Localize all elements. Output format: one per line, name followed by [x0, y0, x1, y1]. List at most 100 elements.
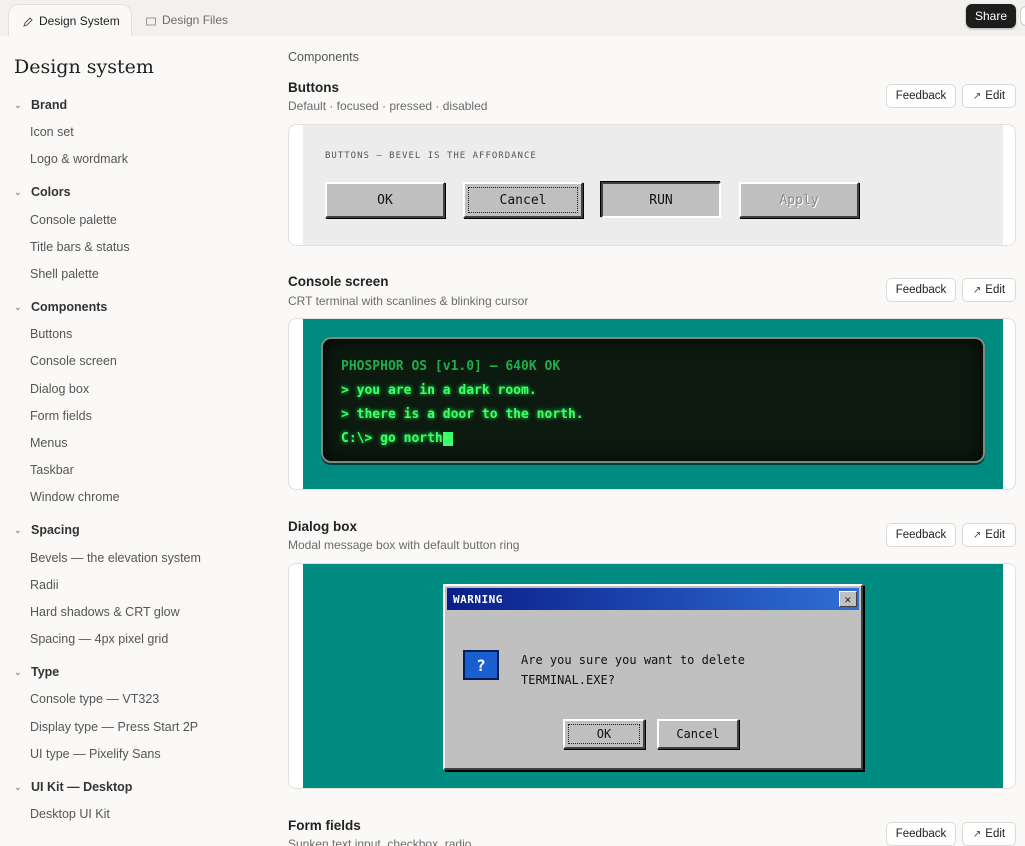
chevron-down-icon: ⌄: [14, 524, 22, 535]
dialog-title-bar: WARNING ✕: [447, 588, 859, 610]
sidebar-item-bevels[interactable]: Bevels — the elevation system: [30, 551, 201, 565]
chevron-down-icon: ⌄: [14, 301, 22, 312]
dialog-cancel-button[interactable]: Cancel: [657, 719, 739, 749]
chevron-down-icon: ⌄: [14, 186, 22, 197]
overflow-button[interactable]: [1020, 6, 1025, 26]
breadcrumb: Components: [288, 50, 359, 64]
dialog-message-line: TERMINAL.EXE?: [521, 673, 615, 687]
sidebar-item-icon-set[interactable]: Icon set: [30, 125, 74, 139]
demo-ok-button[interactable]: OK: [325, 182, 445, 218]
section-title-dialog: Dialog box: [288, 519, 358, 534]
question-icon: ?: [463, 650, 499, 680]
group-label: UI Kit — Desktop: [31, 780, 133, 794]
demo-label: BUTTONS — BEVEL IS THE AFFORDANCE: [325, 151, 537, 161]
dialog-demo-card: WARNING ✕ ? Are you sure you want to del…: [288, 563, 1016, 789]
section-title-buttons: Buttons: [288, 80, 339, 95]
sidebar-item-radii[interactable]: Radii: [30, 578, 59, 592]
buttons-demo-area: BUTTONS — BEVEL IS THE AFFORDANCE OK Can…: [303, 125, 1003, 245]
section-subtitle-console: CRT terminal with scanlines & blinking c…: [288, 294, 529, 308]
chevron-down-icon: ⌄: [14, 99, 22, 110]
sidebar-item-spacing-grid[interactable]: Spacing — 4px pixel grid: [30, 632, 168, 646]
edit-button[interactable]: ↗ Edit: [962, 523, 1016, 547]
console-demo-area: PHOSPHOR OS [v1.0] — 640K OK > you are i…: [303, 319, 1003, 489]
edit-button[interactable]: ↗ Edit: [962, 278, 1016, 302]
group-label: Spacing: [31, 523, 80, 537]
buttons-demo-card: BUTTONS — BEVEL IS THE AFFORDANCE OK Can…: [288, 124, 1016, 246]
sidebar-item-hard-shadows[interactable]: Hard shadows & CRT glow: [30, 605, 180, 619]
section-subtitle-buttons: Default · focused · pressed · disabled: [288, 99, 488, 113]
edit-button[interactable]: ↗ Edit: [962, 84, 1016, 108]
edit-button[interactable]: ↗ Edit: [962, 822, 1016, 846]
sidebar-group-type[interactable]: ⌄ Type: [14, 665, 59, 679]
crt-prompt-line: C:\> go north: [341, 427, 965, 451]
group-label: Components: [31, 300, 108, 314]
dialog-message: Are you sure you want to delete TERMINAL…: [521, 650, 841, 690]
crt-screen: PHOSPHOR OS [v1.0] — 640K OK > you are i…: [321, 337, 985, 463]
edit-label: Edit: [985, 284, 1006, 296]
demo-apply-button-disabled: Apply: [739, 182, 859, 218]
arrow-up-right-icon: ↗: [972, 529, 982, 541]
tab-label: Design Files: [162, 13, 229, 27]
sidebar-item-form-fields[interactable]: Form fields: [30, 409, 92, 423]
section-title-console: Console screen: [288, 274, 389, 289]
sidebar-item-console-screen[interactable]: Console screen: [30, 354, 117, 368]
sidebar: Design system ⌄ Brand Icon set Logo & wor…: [0, 36, 270, 846]
sidebar-group-brand[interactable]: ⌄ Brand: [14, 98, 67, 112]
sidebar-item-display-type[interactable]: Display type — Press Start 2P: [30, 720, 198, 734]
edit-label: Edit: [985, 529, 1006, 541]
sidebar-group-spacing[interactable]: ⌄ Spacing: [14, 523, 80, 537]
group-label: Brand: [31, 98, 68, 112]
dialog-demo-area: WARNING ✕ ? Are you sure you want to del…: [303, 564, 1003, 788]
crt-prompt: C:\> go north: [341, 431, 443, 446]
sidebar-item-window-chrome[interactable]: Window chrome: [30, 490, 120, 504]
tab-design-system[interactable]: Design System: [8, 4, 132, 36]
crt-line: PHOSPHOR OS [v1.0] — 640K OK: [341, 359, 561, 374]
edit-label: Edit: [985, 828, 1006, 840]
top-tab-bar: Design System Design Files Share: [0, 0, 1025, 36]
sidebar-item-shell-palette[interactable]: Shell palette: [30, 267, 99, 281]
demo-cancel-button-focused[interactable]: Cancel: [463, 182, 583, 218]
sidebar-item-console-type[interactable]: Console type — VT323: [30, 692, 159, 706]
arrow-up-right-icon: ↗: [972, 284, 982, 296]
section-title-form-fields: Form fields: [288, 818, 361, 833]
blinking-cursor: [442, 431, 453, 446]
sidebar-item-title-bars-status[interactable]: Title bars & status: [30, 240, 130, 254]
tab-label: Design System: [39, 13, 120, 28]
share-button[interactable]: Share: [966, 4, 1016, 28]
chevron-down-icon: ⌄: [14, 666, 22, 677]
warning-dialog: WARNING ✕ ? Are you sure you want to del…: [443, 584, 863, 770]
dialog-ok-button[interactable]: OK: [563, 719, 645, 749]
sidebar-group-components[interactable]: ⌄ Components: [14, 300, 107, 314]
sidebar-item-ui-type[interactable]: UI type — Pixelify Sans: [30, 747, 161, 761]
section-subtitle-dialog: Modal message box with default button ri…: [288, 538, 520, 552]
group-label: Type: [31, 665, 60, 679]
dialog-message-line: Are you sure you want to delete: [521, 653, 745, 667]
tab-design-files[interactable]: Design Files: [146, 4, 228, 36]
feedback-button[interactable]: Feedback: [886, 278, 956, 302]
console-demo-card: PHOSPHOR OS [v1.0] — 640K OK > you are i…: [288, 318, 1016, 490]
dialog-title: WARNING: [453, 592, 503, 606]
arrow-up-right-icon: ↗: [972, 828, 982, 840]
crt-line: > there is a door to the north.: [341, 407, 584, 422]
arrow-up-right-icon: ↗: [972, 90, 982, 102]
demo-run-button-pressed[interactable]: RUN: [601, 182, 721, 218]
edit-label: Edit: [985, 90, 1006, 102]
crt-line: > you are in a dark room.: [341, 383, 537, 398]
close-icon[interactable]: ✕: [839, 591, 857, 607]
sidebar-item-logo-wordmark[interactable]: Logo & wordmark: [30, 152, 128, 166]
sidebar-item-console-palette[interactable]: Console palette: [30, 213, 117, 227]
sidebar-item-desktop-ui-kit[interactable]: Desktop UI Kit: [30, 807, 110, 821]
sidebar-item-buttons[interactable]: Buttons: [30, 327, 72, 341]
sidebar-item-taskbar[interactable]: Taskbar: [30, 463, 74, 477]
pen-icon: [23, 16, 33, 27]
section-subtitle-form-fields: Sunken text input, checkbox, radio: [288, 837, 472, 846]
sidebar-item-menus[interactable]: Menus: [30, 436, 68, 450]
sidebar-group-ui-kit[interactable]: ⌄ UI Kit — Desktop: [14, 780, 132, 794]
feedback-button[interactable]: Feedback: [886, 84, 956, 108]
sidebar-group-colors[interactable]: ⌄ Colors: [14, 185, 71, 199]
feedback-button[interactable]: Feedback: [886, 822, 956, 846]
folder-icon: [146, 15, 156, 26]
chevron-down-icon: ⌄: [14, 781, 22, 792]
sidebar-item-dialog-box[interactable]: Dialog box: [30, 382, 89, 396]
feedback-button[interactable]: Feedback: [886, 523, 956, 547]
